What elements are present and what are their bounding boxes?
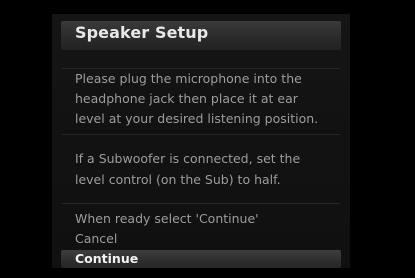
dialog-title: Speaker Setup (75, 23, 209, 42)
cancel-option[interactable]: Cancel (61, 230, 341, 248)
instruction-line: level at your desired listening position… (75, 111, 319, 126)
subwoofer-line: level control (on the Sub) to half. (75, 172, 281, 187)
continue-prompt: When ready select 'Continue' (75, 211, 259, 226)
instruction-line: headphone jack then place it at ear (75, 91, 298, 106)
separator (62, 203, 340, 204)
separator (62, 134, 340, 135)
instruction-line: Please plug the microphone into the (75, 71, 302, 86)
tv-screen: Speaker Setup Please plug the microphone… (0, 0, 415, 278)
cancel-option-label: Cancel (75, 231, 118, 246)
separator (62, 68, 340, 69)
continue-option-label: Continue (75, 251, 139, 266)
continue-option[interactable]: Continue (61, 250, 341, 268)
subwoofer-line: If a Subwoofer is connected, set the (75, 151, 301, 166)
